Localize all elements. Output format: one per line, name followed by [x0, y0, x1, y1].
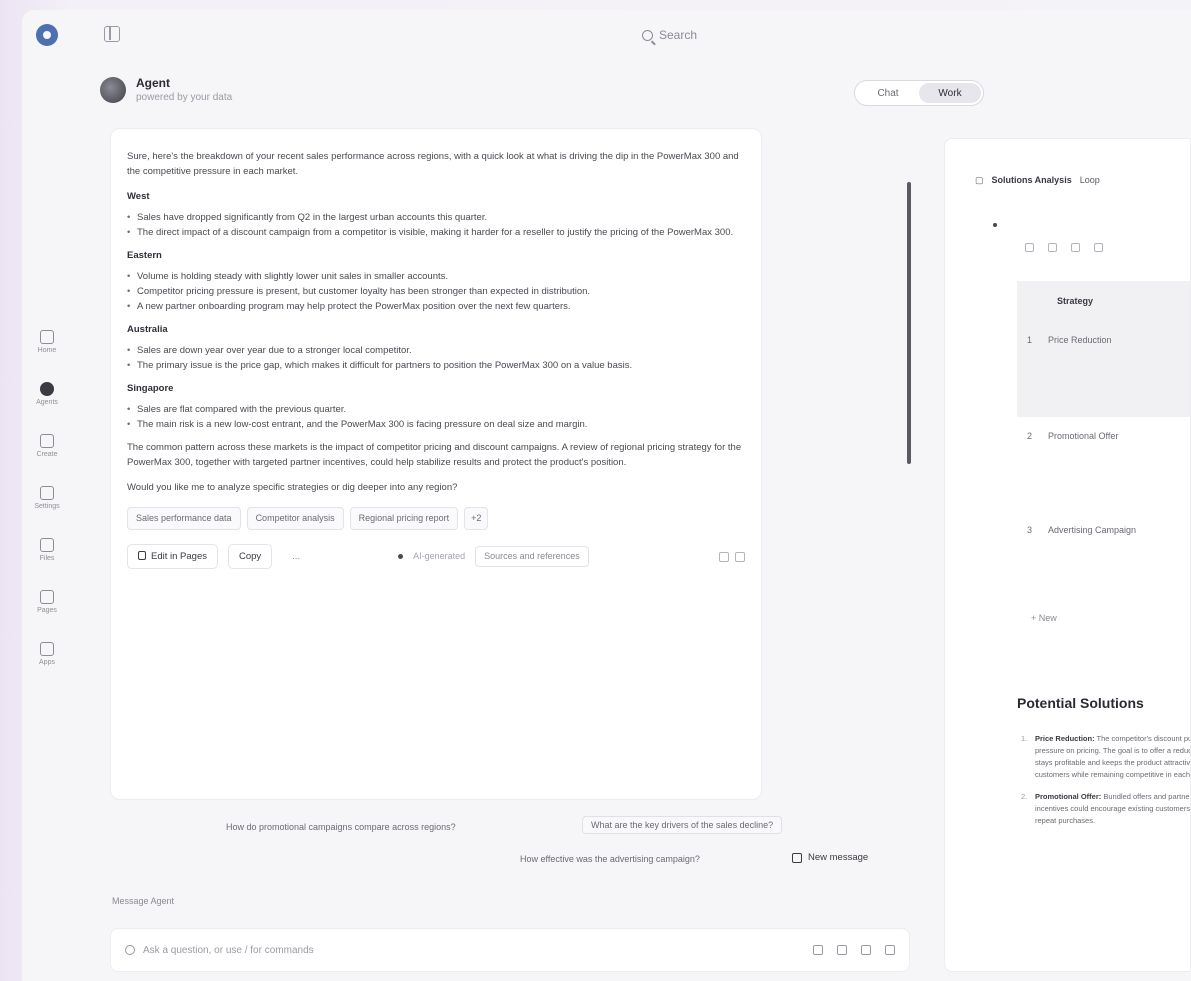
agent-icon	[40, 382, 54, 396]
rail-item-files[interactable]: Files	[22, 538, 72, 590]
agent-header: Agent powered by your data	[100, 76, 232, 103]
list-item: The primary issue is the price gap, whic…	[127, 358, 745, 373]
citation-chips: Sales performance data Competitor analys…	[127, 507, 745, 530]
gear-icon	[40, 486, 54, 500]
list-item: Price Reduction: The competitor's discou…	[1021, 733, 1190, 781]
section-heading: Australia	[127, 324, 168, 335]
list-item: The main risk is a new low-cost entrant,…	[127, 417, 745, 432]
left-rail: Home Agents Create Settings Files Pages …	[22, 330, 72, 694]
new-chat-icon	[792, 852, 802, 863]
rail-item-settings[interactable]: Settings	[22, 486, 72, 538]
copy-button[interactable]: Copy	[227, 544, 273, 569]
sort-icon[interactable]	[1048, 243, 1057, 252]
message-intro: Sure, here's the breakdown of your recen…	[127, 151, 739, 177]
more-citations-chip[interactable]: +2	[464, 507, 489, 530]
assistant-message: Sure, here's the breakdown of your recen…	[110, 128, 762, 800]
message-summary: The common pattern across these markets …	[127, 442, 742, 468]
agent-avatar	[100, 76, 126, 103]
new-message-button[interactable]: New message	[792, 852, 868, 863]
rail-item-home[interactable]: Home	[22, 330, 72, 382]
section-heading: Eastern	[127, 250, 162, 261]
list-item: Volume is holding steady with slightly l…	[127, 269, 745, 284]
message-input[interactable]: Ask a question, or use / for commands	[110, 928, 910, 972]
breadcrumb-extra[interactable]: Loop	[1080, 175, 1100, 186]
app-logo[interactable]	[36, 24, 58, 46]
list-item: Competitor pricing pressure is present, …	[127, 284, 745, 299]
view-toggle-left[interactable]: Chat	[857, 83, 919, 103]
list-item: Sales are flat compared with the previou…	[127, 402, 745, 417]
composer-tools	[813, 945, 895, 955]
more-icon[interactable]	[1094, 243, 1103, 252]
message-input-placeholder: Ask a question, or use / for commands	[143, 944, 314, 956]
list-item: The direct impact of a discount campaign…	[127, 225, 745, 240]
top-bar: Search	[22, 10, 1191, 58]
table-row[interactable]: 1 Price Reduction	[1017, 321, 1190, 417]
list-item: Sales have dropped significantly from Q2…	[127, 210, 745, 225]
filter-icon[interactable]	[1025, 243, 1034, 252]
section-heading: West	[127, 191, 150, 202]
status-dot	[398, 554, 404, 559]
ai-note: AI-generated	[413, 551, 466, 561]
panel-icon[interactable]: ▢	[975, 175, 984, 186]
more-options-button[interactable]: ...	[282, 545, 311, 568]
attach-icon[interactable]	[125, 945, 135, 955]
pen-icon	[40, 434, 54, 448]
solutions-list: Price Reduction: The competitor's discou…	[1021, 733, 1190, 837]
citation-chip[interactable]: Regional pricing report	[349, 507, 459, 530]
file-icon	[40, 538, 54, 552]
agent-name: Agent	[136, 76, 170, 90]
rail-item-pages[interactable]: Pages	[22, 590, 72, 642]
search-icon	[642, 29, 653, 41]
suggestion-prompt[interactable]: What are the key drivers of the sales de…	[582, 816, 783, 834]
solutions-heading: Potential Solutions	[1017, 695, 1144, 711]
rail-item-agents[interactable]: Agents	[22, 382, 72, 434]
list-item: Promotional Offer: Bundled offers and pa…	[1021, 791, 1190, 827]
table-header: Strategy	[1017, 281, 1190, 321]
message-actions: Edit in Pages Copy ... AI-generated Sour…	[127, 544, 745, 569]
send-icon[interactable]	[885, 945, 895, 955]
table-toolbar	[1025, 243, 1103, 252]
mention-icon[interactable]	[837, 945, 847, 955]
agent-subtitle: powered by your data	[136, 92, 233, 103]
group-icon[interactable]	[1071, 243, 1080, 252]
list-item: Sales are down year over year due to a s…	[127, 343, 745, 358]
search-bar[interactable]: Search	[642, 24, 1002, 46]
search-placeholder: Search	[659, 28, 698, 42]
edit-in-pages-button[interactable]: Edit in Pages	[127, 544, 218, 569]
table-row[interactable]: 3 Advertising Campaign	[1017, 511, 1190, 605]
section-heading: Singapore	[127, 383, 174, 394]
rail-item-create[interactable]: Create	[22, 434, 72, 486]
page-icon	[40, 590, 54, 604]
apps-icon	[40, 642, 54, 656]
thumbs-down-icon[interactable]	[735, 551, 745, 562]
microphone-icon[interactable]	[861, 945, 871, 955]
chat-scrollbar[interactable]	[907, 182, 911, 464]
rail-item-apps[interactable]: Apps	[22, 642, 72, 694]
feedback-buttons	[719, 551, 745, 562]
references-button[interactable]: Sources and references	[475, 546, 589, 567]
side-panel: ▢ Solutions Analysis Loop Strategy 1 Pri…	[944, 138, 1191, 972]
sidebar-toggle-icon[interactable]	[104, 26, 120, 42]
add-row-button[interactable]: + New	[1017, 605, 1190, 623]
citation-chip[interactable]: Sales performance data	[127, 507, 241, 530]
list-item: A new partner onboarding program may hel…	[127, 299, 745, 314]
citation-chip[interactable]: Competitor analysis	[246, 507, 344, 530]
side-panel-breadcrumb: ▢ Solutions Analysis Loop	[975, 175, 1100, 186]
bullet-marker	[993, 223, 997, 227]
suggestion-prompt[interactable]: How effective was the advertising campai…	[520, 854, 700, 864]
pages-icon	[138, 551, 146, 560]
thumbs-up-icon[interactable]	[719, 551, 729, 562]
home-icon	[40, 330, 54, 344]
image-icon[interactable]	[813, 945, 823, 955]
table-row[interactable]: 2 Promotional Offer	[1017, 417, 1190, 511]
breadcrumb-title[interactable]: Solutions Analysis	[992, 175, 1072, 186]
app-window: Search Home Agents Create Settings Files…	[22, 10, 1191, 981]
message-followup: Would you like me to analyze specific st…	[127, 482, 458, 493]
view-toggle: Chat Work	[854, 80, 984, 106]
composer-label: Message Agent	[112, 896, 175, 906]
strategy-table: Strategy 1 Price Reduction 2 Promotional…	[1017, 281, 1190, 623]
suggestion-prompt[interactable]: How do promotional campaigns compare acr…	[226, 822, 456, 832]
view-toggle-right[interactable]: Work	[919, 83, 981, 103]
